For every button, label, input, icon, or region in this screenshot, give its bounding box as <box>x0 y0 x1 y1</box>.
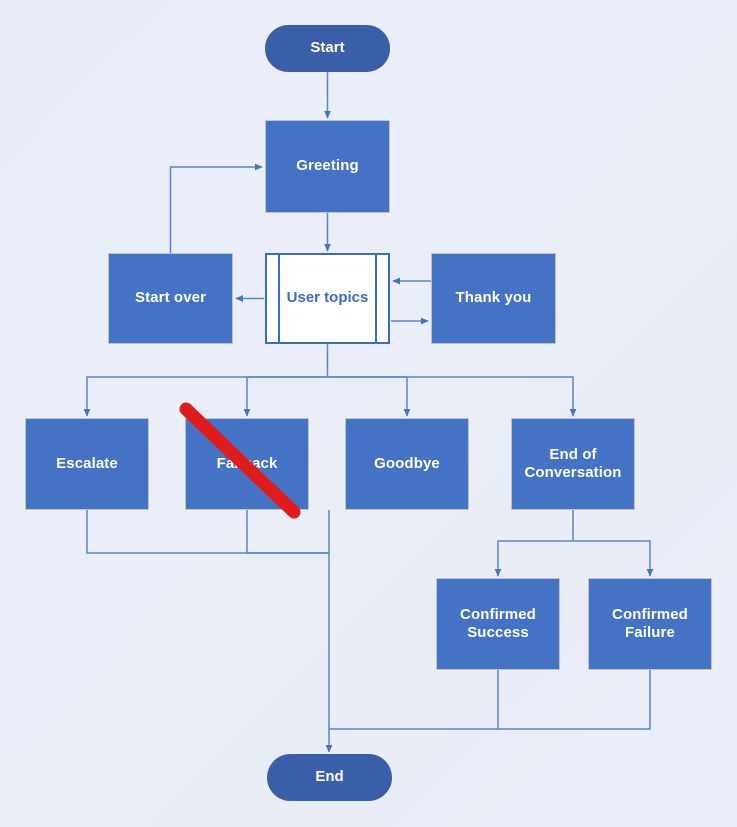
node-fallback-label: Fallback <box>216 454 278 472</box>
flowchart-canvas: Start Greeting Start over User topics Th… <box>0 0 737 827</box>
node-confirmed-success-label: Confirmed Success <box>460 605 536 641</box>
edge-usertopics-fallback <box>243 376 328 417</box>
node-greeting[interactable]: Greeting <box>265 120 390 213</box>
node-confirmed-success[interactable]: Confirmed Success <box>436 578 560 670</box>
node-user-topics-label: User topics <box>286 289 369 307</box>
edge-escalate-end <box>86 510 329 554</box>
node-greeting-label: Greeting <box>296 157 359 175</box>
node-thank-you[interactable]: Thank you <box>431 253 556 344</box>
node-goodbye-label: Goodbye <box>374 454 440 472</box>
node-end[interactable]: End <box>267 754 392 801</box>
node-confirmed-failure[interactable]: Confirmed Failure <box>588 578 712 670</box>
edge-usertopics-goodbye <box>327 376 411 417</box>
predefined-right-bar <box>375 253 377 344</box>
node-start[interactable]: Start <box>265 25 390 72</box>
node-escalate[interactable]: Escalate <box>25 418 149 510</box>
edge-endofconversation-confirmedsuccess <box>494 540 573 577</box>
node-fallback[interactable]: Fallback <box>185 418 309 510</box>
edge-confirmedsuccess-end <box>329 670 499 730</box>
node-goodbye[interactable]: Goodbye <box>345 418 469 510</box>
edge-endofconversation-confirmedfailure <box>573 540 654 577</box>
node-start-over[interactable]: Start over <box>108 253 233 344</box>
node-escalate-label: Escalate <box>56 454 118 472</box>
edge-usertopics-escalate <box>83 376 328 417</box>
node-start-over-label: Start over <box>134 289 207 307</box>
edge-usertopics-endofconversation <box>327 376 577 417</box>
node-end-of-conversation-label: End of Conversation <box>524 445 622 481</box>
edge-confirmedfailure-end <box>498 670 651 730</box>
edge-fallback-end <box>246 510 329 554</box>
node-end-label: End <box>315 768 344 786</box>
node-start-label: Start <box>310 39 345 57</box>
edge-startover-greeting <box>169 163 263 253</box>
node-thank-you-label: Thank you <box>455 289 532 307</box>
node-end-of-conversation[interactable]: End of Conversation <box>511 418 635 510</box>
node-user-topics[interactable]: User topics <box>265 253 390 344</box>
node-confirmed-failure-label: Confirmed Failure <box>612 605 688 641</box>
